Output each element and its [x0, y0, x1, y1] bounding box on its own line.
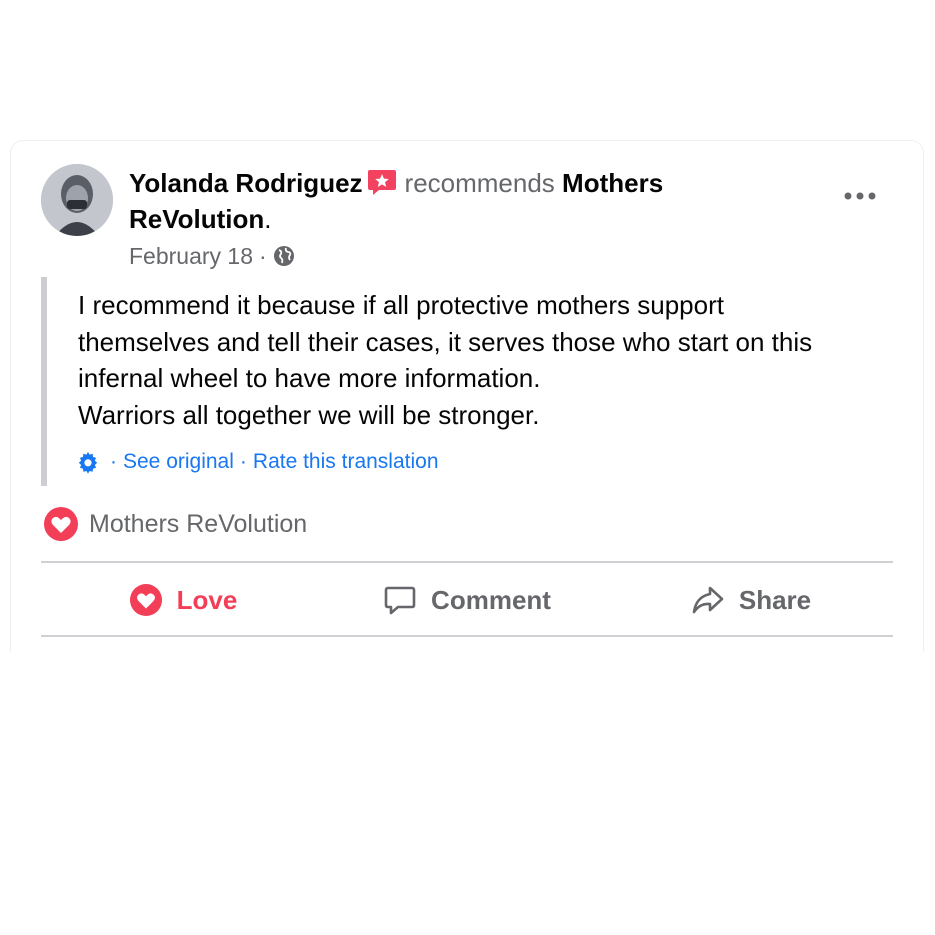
post-body-line: themselves and tell their cases, it serv… [78, 326, 813, 357]
globe-icon [273, 246, 294, 266]
rate-translation-link[interactable]: Rate this translation [253, 448, 439, 476]
quote-bar [41, 277, 47, 486]
meta-separator: · [259, 243, 267, 269]
comment-icon [384, 586, 416, 615]
translation-separator: · [110, 450, 117, 473]
post-body-line: I recommend it because if all protective… [78, 290, 724, 320]
comment-button[interactable]: Comment [325, 565, 609, 635]
heart-icon [129, 584, 162, 616]
post-meta: February 18 · [129, 240, 295, 272]
share-button[interactable]: Share [609, 565, 893, 635]
more-options-icon [844, 192, 876, 200]
see-original-link[interactable]: See original [123, 448, 234, 476]
post-header: Yolanda Rodriguez recommends Mothers ReVol… [129, 165, 749, 237]
page-background [0, 652, 935, 935]
recommendation-summary: Mothers ReVolution [43, 506, 307, 542]
avatar[interactable] [41, 164, 113, 236]
share-icon [692, 586, 724, 614]
recommended-page-link-cont[interactable]: ReVolution [129, 204, 264, 234]
translation-row: · See original · Rate this translation [76, 448, 439, 476]
post-body-line: infernal wheel to have more information. [78, 363, 541, 393]
recommends-verb: recommends [404, 168, 555, 198]
post-body: I recommend it because if all protective… [78, 287, 898, 433]
love-button[interactable]: Love [41, 565, 325, 635]
heart-icon [44, 507, 78, 541]
comment-label: Comment [431, 584, 551, 615]
love-label: Love [176, 584, 238, 615]
share-label: Share [738, 584, 812, 615]
divider [41, 561, 893, 563]
more-options-button[interactable] [838, 180, 882, 212]
translation-separator: · [239, 450, 247, 473]
gear-icon[interactable] [76, 450, 100, 474]
recommended-page-link[interactable]: Mothers [562, 168, 663, 198]
author-name[interactable]: Yolanda Rodriguez [129, 168, 363, 198]
header-period: . [264, 204, 272, 234]
star-badge-icon [367, 170, 396, 195]
divider [41, 635, 893, 637]
post-body-line: Warriors all together we will be stronge… [78, 399, 540, 430]
post-date[interactable]: February 18 [129, 240, 253, 272]
recommended-page-name[interactable]: Mothers ReVolution [89, 510, 307, 539]
action-bar: Love Comment Share [41, 565, 893, 635]
